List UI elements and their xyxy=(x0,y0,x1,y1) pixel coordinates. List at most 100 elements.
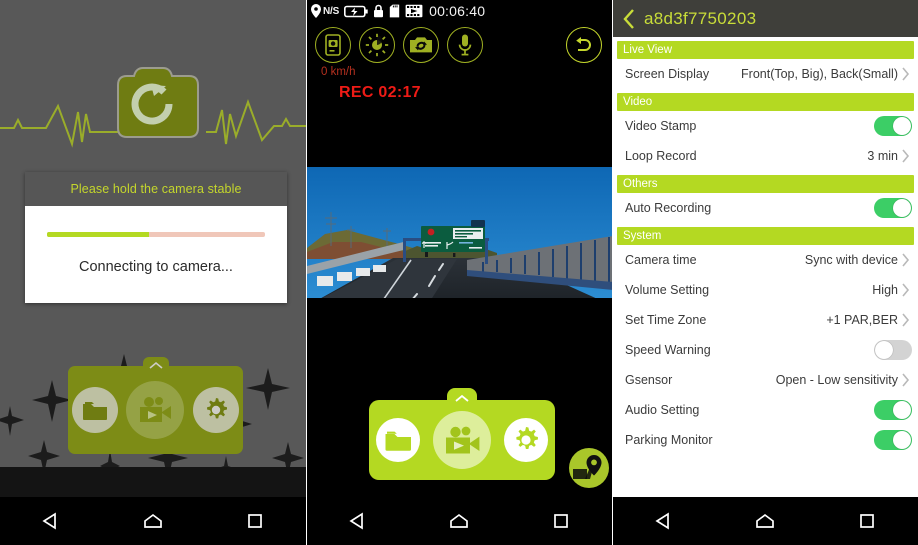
recording-indicator: REC 02:17 xyxy=(339,84,421,101)
camera-switch-icon[interactable] xyxy=(403,27,439,63)
settings-row-label: Speed Warning xyxy=(625,343,711,357)
android-navbar xyxy=(0,497,306,545)
triangle-back-icon xyxy=(42,512,56,530)
toggle-knob xyxy=(893,117,911,135)
brightness-icon[interactable] xyxy=(359,27,395,63)
film-strip-icon xyxy=(405,4,423,18)
chevron-right-icon xyxy=(900,373,912,387)
settings-row[interactable]: Loop Record 3 min xyxy=(613,141,918,171)
panel-settings: a8d3f7750203 Live View Screen Display Fron… xyxy=(612,0,918,545)
settings-row-label: Camera time xyxy=(625,253,697,267)
connect-progress-fill xyxy=(47,232,150,237)
connect-bottom-toolbar[interactable] xyxy=(68,357,243,454)
live-video-preview[interactable] xyxy=(307,162,612,306)
settings-row-label: Audio Setting xyxy=(625,403,700,417)
settings-row[interactable]: Auto Recording xyxy=(613,193,918,223)
settings-back-button[interactable] xyxy=(622,8,636,30)
home-icon xyxy=(450,513,469,528)
nav-home-button[interactable] xyxy=(127,497,179,545)
panel-connecting: Please hold the camera stable Connecting… xyxy=(0,0,306,545)
nav-back-button[interactable] xyxy=(25,497,77,545)
settings-row-label: Parking Monitor xyxy=(625,433,713,447)
live-control-row xyxy=(315,27,483,63)
gps-status-text: N/S xyxy=(323,5,340,17)
settings-device-title: a8d3f7750203 xyxy=(644,8,757,28)
connect-footer-strip xyxy=(0,467,306,497)
settings-row-label: Loop Record xyxy=(625,149,697,163)
chevron-up-icon xyxy=(455,394,469,402)
chevron-right-icon xyxy=(900,313,912,327)
settings-row[interactable]: Video Stamp xyxy=(613,111,918,141)
video-camera-icon xyxy=(140,397,172,422)
toolbar-item-settings[interactable] xyxy=(192,387,239,433)
square-recents-icon xyxy=(554,514,568,528)
settings-toggle[interactable] xyxy=(874,116,912,136)
gear-icon xyxy=(206,398,227,419)
nav-recents-button[interactable] xyxy=(535,497,587,545)
connecting-dialog: Please hold the camera stable Connecting… xyxy=(25,172,287,303)
settings-row[interactable]: Gsensor Open - Low sensitivity xyxy=(613,365,918,395)
settings-row[interactable]: Parking Monitor xyxy=(613,425,918,455)
camera-refresh-icon xyxy=(117,67,199,138)
camera-clock: 00:06:40 xyxy=(429,3,486,19)
settings-row-value: 3 min xyxy=(867,149,898,163)
nav-back-button[interactable] xyxy=(638,497,690,545)
nav-home-button[interactable] xyxy=(739,497,791,545)
settings-row[interactable]: Camera time Sync with device xyxy=(613,245,918,275)
chevron-right-icon xyxy=(900,67,912,81)
microphone-icon[interactable] xyxy=(447,27,483,63)
nav-back-button[interactable] xyxy=(332,497,384,545)
triangle-back-icon xyxy=(349,512,363,530)
settings-row[interactable]: Volume Setting High xyxy=(613,275,918,305)
undo-arrow-icon xyxy=(576,37,591,51)
settings-group-header: Video xyxy=(617,93,914,111)
toolbar-item-live-record[interactable] xyxy=(126,381,185,439)
settings-row-label: Volume Setting xyxy=(625,283,710,297)
nav-home-button[interactable] xyxy=(433,497,485,545)
settings-row[interactable]: Set Time Zone +1 PAR,BER xyxy=(613,305,918,335)
chevron-right-icon xyxy=(900,253,912,267)
battery-charging-icon xyxy=(344,5,368,18)
folder-icon xyxy=(83,402,108,420)
settings-toggle[interactable] xyxy=(874,198,912,218)
dialog-message: Connecting to camera... xyxy=(79,259,233,275)
settings-row[interactable]: Audio Setting xyxy=(613,395,918,425)
map-pin-gps-icon xyxy=(569,448,609,488)
square-recents-icon xyxy=(860,514,874,528)
settings-toggle[interactable] xyxy=(874,340,912,360)
live-bottom-toolbar[interactable] xyxy=(369,388,555,480)
settings-list[interactable]: Live View Screen Display Front(Top, Big), … xyxy=(613,37,918,497)
toolbar-item-files[interactable] xyxy=(72,387,119,433)
chevron-up-icon xyxy=(148,361,163,369)
home-icon xyxy=(756,513,775,528)
screenshot-stage: Please hold the camera stable Connecting… xyxy=(0,0,918,545)
gear-icon xyxy=(516,427,539,449)
chevron-right-icon xyxy=(900,283,912,297)
settings-row-value: Sync with device xyxy=(804,253,898,267)
sd-card-icon xyxy=(389,4,400,18)
settings-row-value: High xyxy=(872,283,898,297)
chevron-right-icon xyxy=(900,149,912,163)
settings-toggle[interactable] xyxy=(874,400,912,420)
nav-recents-button[interactable] xyxy=(229,497,281,545)
settings-row[interactable]: Screen Display Front(Top, Big), Back(Smal… xyxy=(613,59,918,89)
settings-row[interactable]: Speed Warning xyxy=(613,335,918,365)
toolbar-item-settings[interactable] xyxy=(504,418,549,462)
phone-snapshot-icon[interactable] xyxy=(315,27,351,63)
settings-header: a8d3f7750203 xyxy=(613,0,918,37)
toggle-knob xyxy=(893,401,911,419)
settings-group-header: Live View xyxy=(617,41,914,59)
video-camera-icon xyxy=(445,426,480,453)
settings-toggle[interactable] xyxy=(874,430,912,450)
live-back-button[interactable] xyxy=(566,27,602,63)
toolbar-item-live-record[interactable] xyxy=(432,411,491,469)
gps-status-badge[interactable] xyxy=(568,447,610,489)
toolbar-item-files[interactable] xyxy=(375,418,420,462)
settings-row-value: Open - Low sensitivity xyxy=(775,373,898,387)
settings-row-label: Auto Recording xyxy=(625,201,712,215)
toolbar-expand-handle[interactable] xyxy=(142,357,169,369)
nav-recents-button[interactable] xyxy=(841,497,893,545)
toolbar-collapse-handle[interactable] xyxy=(447,388,477,404)
settings-row-label: Video Stamp xyxy=(625,119,697,133)
chevron-left-icon xyxy=(623,8,634,29)
